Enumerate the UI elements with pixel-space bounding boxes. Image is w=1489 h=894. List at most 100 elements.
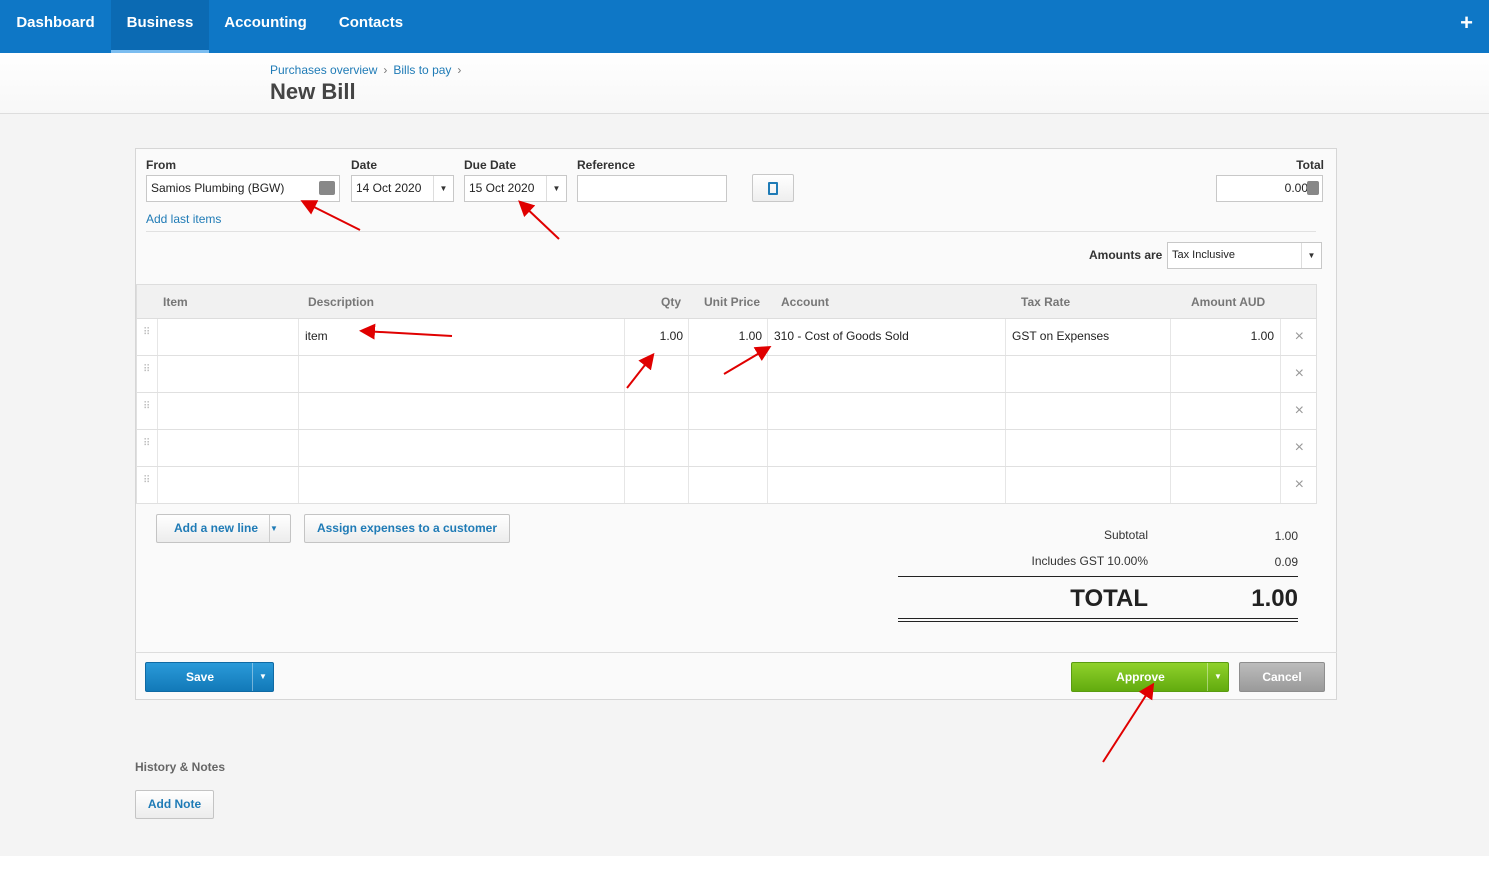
chevron-down-icon[interactable]: ▼ — [433, 176, 453, 201]
cell-qty[interactable] — [625, 430, 689, 466]
chevron-down-icon[interactable]: ▼ — [546, 176, 566, 201]
column-header-amount: Amount AUD — [1191, 295, 1266, 309]
add-new-plus-icon[interactable]: + — [1460, 10, 1473, 36]
nav-business[interactable]: Business — [111, 0, 209, 53]
cell-qty[interactable] — [625, 356, 689, 392]
cell-item[interactable] — [157, 319, 299, 355]
cell-unit-price[interactable]: 1.00 — [689, 319, 768, 355]
breadcrumb-separator: › — [383, 63, 388, 77]
cell-tax-rate[interactable] — [1006, 430, 1171, 466]
cell-description[interactable] — [299, 393, 625, 429]
drag-handle-icon[interactable]: ⠿ — [143, 402, 150, 417]
cell-description[interactable] — [299, 356, 625, 392]
cell-item[interactable] — [157, 356, 299, 392]
total-input[interactable]: 0.00 — [1216, 175, 1323, 202]
cell-item[interactable] — [157, 393, 299, 429]
delete-row-icon[interactable]: × — [1295, 439, 1304, 457]
column-header-tax-rate: Tax Rate — [1021, 295, 1071, 309]
subtotal-value: 1.00 — [1274, 529, 1298, 543]
column-header-description: Description — [308, 295, 375, 309]
date-field[interactable]: 14 Oct 2020 ▼ — [351, 175, 454, 202]
cell-description[interactable] — [299, 467, 625, 503]
cell-qty[interactable]: 1.00 — [625, 319, 689, 355]
cell-unit-price[interactable] — [689, 467, 768, 503]
form-footer: Save ▼ Approve ▼ Cancel — [135, 652, 1337, 700]
cell-account[interactable] — [768, 430, 1006, 466]
cell-amount[interactable] — [1171, 430, 1281, 466]
column-header-item: Item — [163, 295, 188, 309]
cell-amount[interactable] — [1171, 467, 1281, 503]
line-items-table: Item Description Qty Unit Price Account … — [136, 284, 1317, 504]
cell-tax-rate[interactable] — [1006, 467, 1171, 503]
cell-amount[interactable] — [1171, 356, 1281, 392]
cell-amount[interactable]: 1.00 — [1171, 319, 1281, 355]
copy-document-button[interactable] — [752, 174, 794, 202]
due-date-value: 15 Oct 2020 — [469, 181, 535, 195]
add-new-line-button[interactable]: Add a new line ▼ — [156, 514, 291, 543]
from-value: Samios Plumbing (BGW) — [151, 181, 285, 195]
due-date-label: Due Date — [464, 158, 517, 172]
table-row: ⠿ item 1.00 1.00 310 - Cost of Goods Sol… — [136, 319, 1317, 356]
drag-handle-icon[interactable]: ⠿ — [143, 365, 150, 380]
amounts-are-label: Amounts are — [1089, 248, 1163, 262]
save-button[interactable]: Save ▼ — [145, 662, 274, 692]
chevron-down-icon[interactable]: ▼ — [1207, 663, 1228, 691]
table-row: ⠿ × — [136, 430, 1317, 467]
totals-double-rule — [898, 618, 1298, 622]
cell-tax-rate[interactable] — [1006, 393, 1171, 429]
document-icon — [768, 182, 778, 195]
chevron-down-icon[interactable]: ▼ — [269, 515, 290, 542]
amounts-are-select[interactable]: Tax Inclusive ▼ — [1167, 242, 1322, 269]
chevron-down-icon[interactable]: ▼ — [1301, 243, 1321, 268]
cell-qty[interactable] — [625, 393, 689, 429]
breadcrumb-purchases-overview[interactable]: Purchases overview — [270, 63, 377, 77]
cell-item[interactable] — [157, 467, 299, 503]
amounts-are-value: Tax Inclusive — [1172, 249, 1235, 261]
nav-accounting[interactable]: Accounting — [209, 0, 322, 53]
reference-label: Reference — [577, 158, 636, 172]
cell-account[interactable] — [768, 393, 1006, 429]
cancel-button[interactable]: Cancel — [1239, 662, 1325, 692]
cell-amount[interactable] — [1171, 393, 1281, 429]
drag-handle-icon[interactable]: ⠿ — [143, 476, 150, 491]
cell-qty[interactable] — [625, 467, 689, 503]
breadcrumb-separator: › — [457, 63, 462, 77]
due-date-field[interactable]: 15 Oct 2020 ▼ — [464, 175, 567, 202]
nav-contacts[interactable]: Contacts — [322, 0, 420, 53]
cell-account[interactable] — [768, 356, 1006, 392]
delete-row-icon[interactable]: × — [1295, 402, 1304, 420]
from-field[interactable]: Samios Plumbing (BGW) — [146, 175, 340, 202]
cell-description[interactable] — [299, 430, 625, 466]
chevron-down-icon[interactable]: ▼ — [252, 663, 273, 691]
cell-unit-price[interactable] — [689, 393, 768, 429]
drag-handle-icon[interactable]: ⠿ — [143, 439, 150, 454]
delete-row-icon[interactable]: × — [1295, 328, 1304, 346]
approve-button[interactable]: Approve ▼ — [1071, 662, 1229, 692]
add-last-items-link[interactable]: Add last items — [146, 212, 221, 226]
breadcrumb: Purchases overview › Bills to pay › — [270, 63, 467, 77]
calculator-icon[interactable] — [1307, 181, 1319, 195]
column-header-qty: Qty — [661, 295, 682, 309]
cell-item[interactable] — [157, 430, 299, 466]
column-header-account: Account — [781, 295, 829, 309]
contact-card-icon[interactable] — [319, 181, 335, 195]
cell-unit-price[interactable] — [689, 356, 768, 392]
delete-row-icon[interactable]: × — [1295, 365, 1304, 383]
breadcrumb-bills-to-pay[interactable]: Bills to pay — [393, 63, 451, 77]
assign-expenses-button[interactable]: Assign expenses to a customer — [304, 514, 510, 543]
drag-handle-icon[interactable]: ⠿ — [143, 328, 150, 343]
add-note-button[interactable]: Add Note — [135, 790, 214, 819]
from-label: From — [146, 158, 176, 172]
reference-input[interactable] — [577, 175, 727, 202]
nav-dashboard[interactable]: Dashboard — [0, 0, 111, 53]
history-notes-heading: History & Notes — [135, 760, 226, 774]
cell-account[interactable] — [768, 467, 1006, 503]
page-bottom — [0, 856, 1489, 894]
delete-row-icon[interactable]: × — [1295, 476, 1304, 494]
cell-unit-price[interactable] — [689, 430, 768, 466]
cell-description[interactable]: item — [299, 319, 625, 355]
cell-tax-rate[interactable]: GST on Expenses — [1006, 319, 1171, 355]
page-header: Purchases overview › Bills to pay › New Bil… — [0, 53, 1489, 114]
cell-tax-rate[interactable] — [1006, 356, 1171, 392]
cell-account[interactable]: 310 - Cost of Goods Sold — [768, 319, 1006, 355]
